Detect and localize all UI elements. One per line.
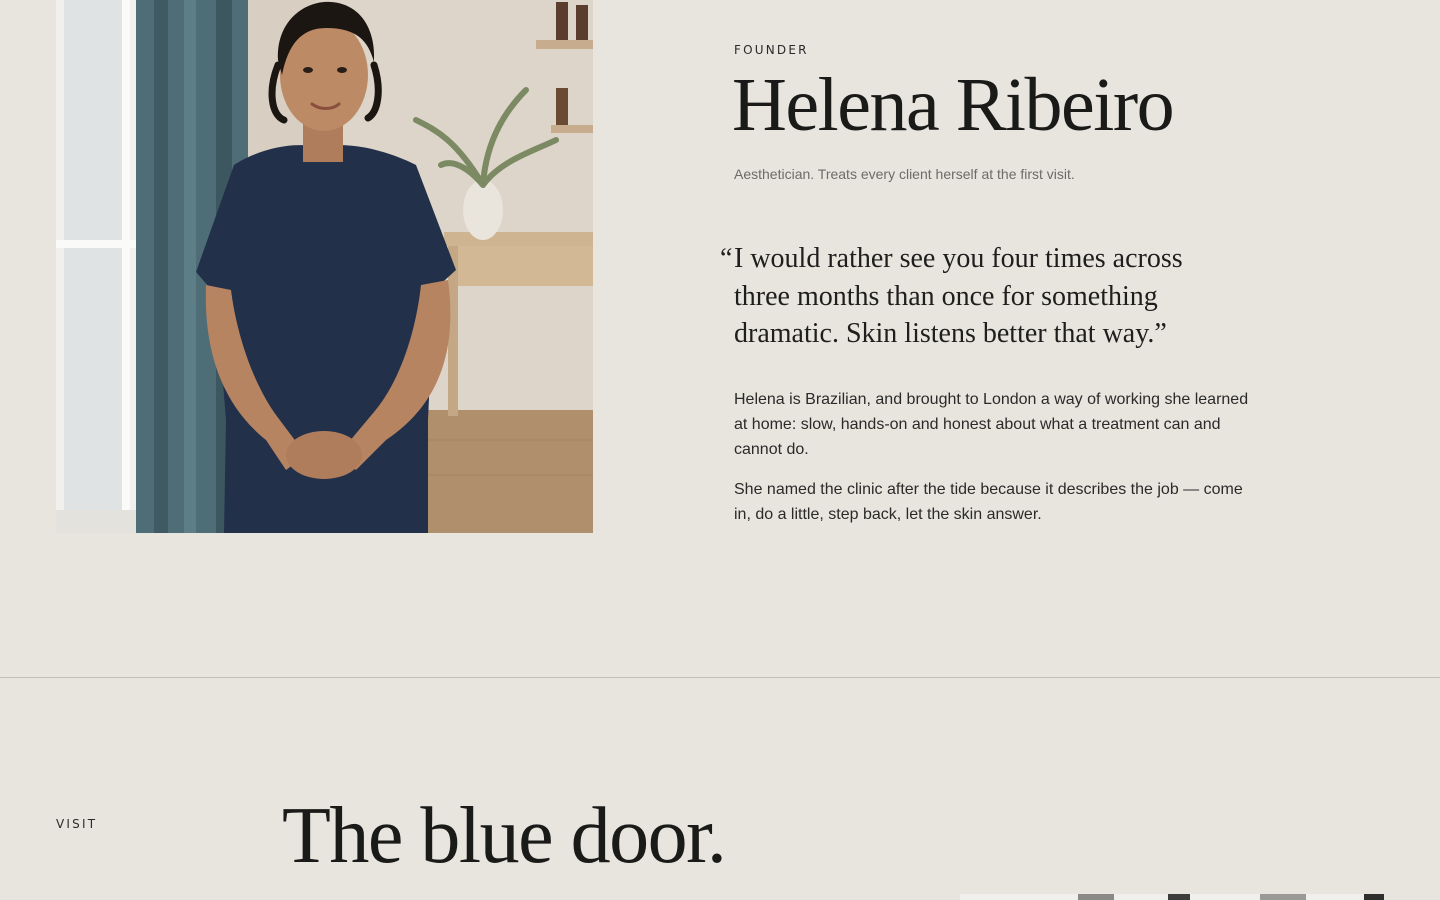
founder-name-heading: Helena Ribeiro (732, 63, 1175, 147)
quote-open-mark: “ (720, 243, 733, 274)
section-divider (0, 677, 1440, 678)
page: FOUNDER Helena Ribeiro Aesthetician. Tre… (0, 0, 1440, 900)
founder-quote: “ I would rather see you four times acro… (720, 240, 1244, 353)
founder-portrait-image (56, 0, 593, 533)
founder-bio: Helena is Brazilian, and brought to Lond… (734, 387, 1254, 542)
founder-eyebrow: FOUNDER (734, 43, 809, 57)
visit-eyebrow: VISIT (56, 817, 98, 831)
visit-heading: The blue door. (282, 792, 727, 880)
bio-paragraph: Helena is Brazilian, and brought to Lond… (734, 391, 1249, 458)
bio-paragraph: She named the clinic after the tide beca… (734, 481, 1243, 523)
visit-photo-image (960, 894, 1384, 900)
quote-text: I would rather see you four times across… (734, 243, 1183, 349)
founder-role-caption: Aesthetician. Treats every client hersel… (734, 166, 1075, 182)
